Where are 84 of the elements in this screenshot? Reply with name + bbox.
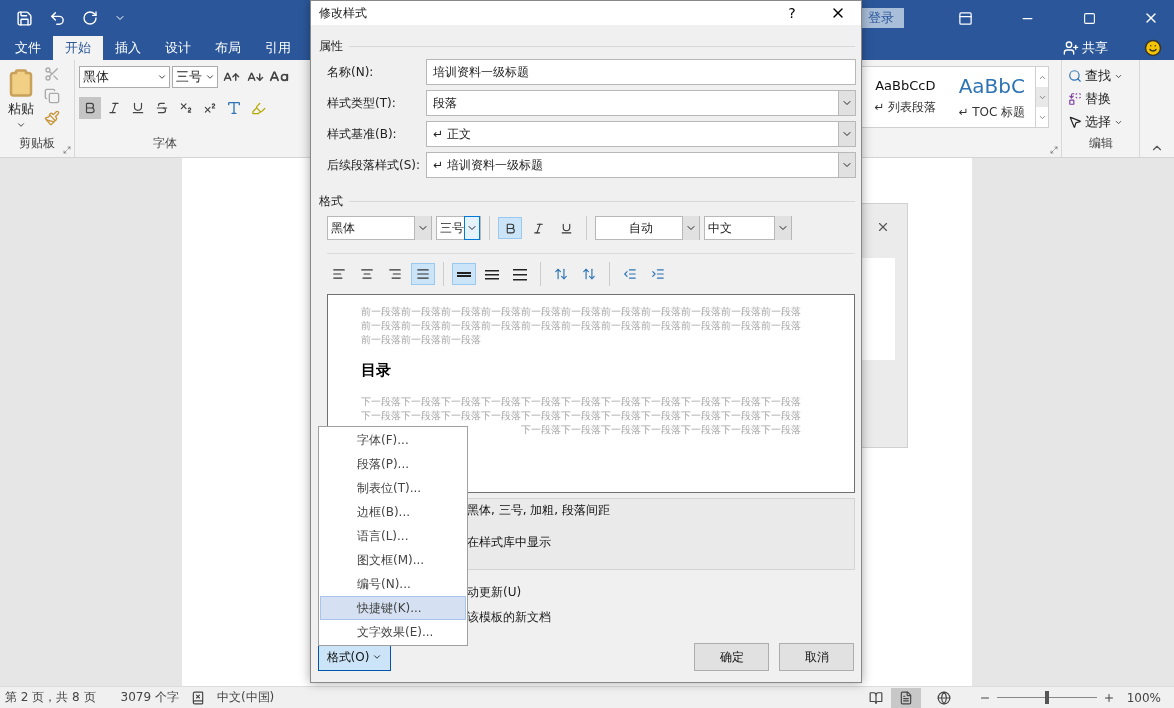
smiley-icon[interactable] (1144, 39, 1162, 57)
find-button[interactable]: 查找 (1066, 66, 1125, 86)
share-button[interactable]: 共享 (1063, 39, 1108, 57)
user-plus-icon (1063, 40, 1079, 56)
print-view-icon[interactable] (890, 687, 921, 708)
select-field[interactable]: ↵ 正文 (426, 121, 856, 147)
menu-item[interactable]: 制表位(T)... (320, 476, 466, 500)
group-label: 编辑 (1087, 135, 1114, 152)
description-text: 在样式库中显示 (467, 534, 552, 551)
dropdown-icon[interactable] (464, 216, 480, 240)
menu-item[interactable]: 快捷键(K)... (320, 596, 466, 620)
caret-icon[interactable] (205, 72, 215, 82)
close-icon[interactable] (876, 220, 890, 234)
line-spacing-icon[interactable] (452, 263, 476, 285)
ribbon-tab[interactable]: 布局 (203, 36, 253, 60)
dropdown-icon[interactable] (838, 122, 855, 146)
zoom-level[interactable]: 100% (1126, 690, 1161, 705)
undo-icon[interactable] (49, 9, 66, 27)
group-label: 剪贴板 (18, 135, 56, 152)
font-select[interactable]: 黑体 (327, 216, 432, 240)
replace-icon (1068, 92, 1082, 106)
group-label: 字体 (152, 135, 178, 152)
size-select[interactable]: 三号 (436, 216, 481, 240)
dropdown-icon[interactable] (774, 216, 791, 240)
caret-icon (16, 120, 26, 130)
save-icon[interactable] (16, 9, 33, 27)
menu-item[interactable]: 段落(P)... (320, 452, 466, 476)
ribbon-tab[interactable]: 开始 (53, 36, 103, 60)
bold-icon[interactable] (498, 217, 522, 239)
ribbon-tab[interactable]: 引用 (253, 36, 303, 60)
section-heading: 格式 (319, 192, 343, 210)
word-count[interactable]: 3079 个字 (120, 689, 179, 706)
field-label: 样式类型(T): (327, 94, 397, 112)
zoom-thumb[interactable] (1044, 691, 1049, 704)
input-field[interactable]: 培训资料一级标题 (426, 59, 856, 85)
search-icon (1068, 69, 1082, 83)
redo-icon[interactable] (82, 10, 98, 26)
field-label: 样式基准(B): (327, 125, 398, 143)
select-field[interactable]: ↵ 培训资料一级标题 (426, 152, 856, 178)
script-select[interactable]: 中文 (704, 216, 792, 240)
dropdown-icon[interactable] (414, 216, 431, 240)
field-label: 后续段落样式(S): (327, 156, 422, 174)
dialog-launcher-icon[interactable] (63, 146, 71, 154)
ribbon-tab[interactable]: 插入 (103, 36, 153, 60)
style-item[interactable]: AaBbCcD ↵ 列表段落 (862, 67, 949, 127)
dropdown-icon[interactable] (682, 216, 699, 240)
menu-item[interactable]: 编号(N)... (320, 572, 466, 596)
page-count[interactable]: 第 2 页，共 8 页 (5, 689, 96, 706)
color-select[interactable]: 自动 (595, 216, 700, 240)
font-name-field[interactable]: 黑体 (79, 66, 170, 88)
dialog-title: 修改样式 (319, 4, 367, 22)
proofing-icon[interactable] (190, 690, 205, 705)
dialog-launcher-icon[interactable] (1050, 146, 1058, 154)
pointer-icon (1068, 115, 1082, 129)
dropdown-icon[interactable] (838, 153, 855, 177)
style-item[interactable]: AaBbC ↵ TOC 标题 (948, 67, 1036, 127)
menu-item[interactable]: 图文框(M)... (320, 548, 466, 572)
bold-icon[interactable] (79, 97, 101, 119)
option-label: 该模板的新文档 (467, 609, 552, 626)
field-label: 名称(N): (327, 63, 375, 81)
caret-icon[interactable] (157, 72, 167, 82)
section-heading: 属性 (319, 37, 343, 55)
menu-item[interactable]: 文字效果(E)... (320, 620, 466, 644)
ribbon-tab[interactable]: 设计 (153, 36, 203, 60)
ribbon-tab[interactable]: 文件 (3, 36, 53, 60)
menu-item[interactable]: 边框(B)... (320, 500, 466, 524)
description-text: 黑体, 三号, 加粗, 段落间距 (467, 502, 611, 519)
font-size-field[interactable]: 三号 (172, 66, 218, 88)
caret-icon (372, 652, 383, 662)
select-button[interactable]: 选择 (1066, 112, 1125, 132)
option-label: 动更新(U) (467, 584, 523, 601)
language-status[interactable]: 中文(中国) (216, 689, 275, 706)
help-button[interactable]: ? (769, 4, 815, 22)
menu-item[interactable]: 语言(L)... (320, 524, 466, 548)
paste-button[interactable]: 粘贴 (4, 66, 38, 135)
dialog-button[interactable]: 确定 (694, 643, 769, 671)
replace-button[interactable]: 替换 (1066, 89, 1113, 109)
dialog-button[interactable]: 取消 (779, 643, 854, 671)
menu-item[interactable]: 字体(F)... (320, 428, 466, 452)
zoom-in-icon[interactable] (1102, 691, 1115, 704)
preview-heading: 目录 (361, 361, 392, 380)
select-field[interactable]: 段落 (426, 90, 856, 116)
align-justify-icon[interactable] (411, 263, 435, 285)
dropdown-icon[interactable] (838, 91, 855, 115)
